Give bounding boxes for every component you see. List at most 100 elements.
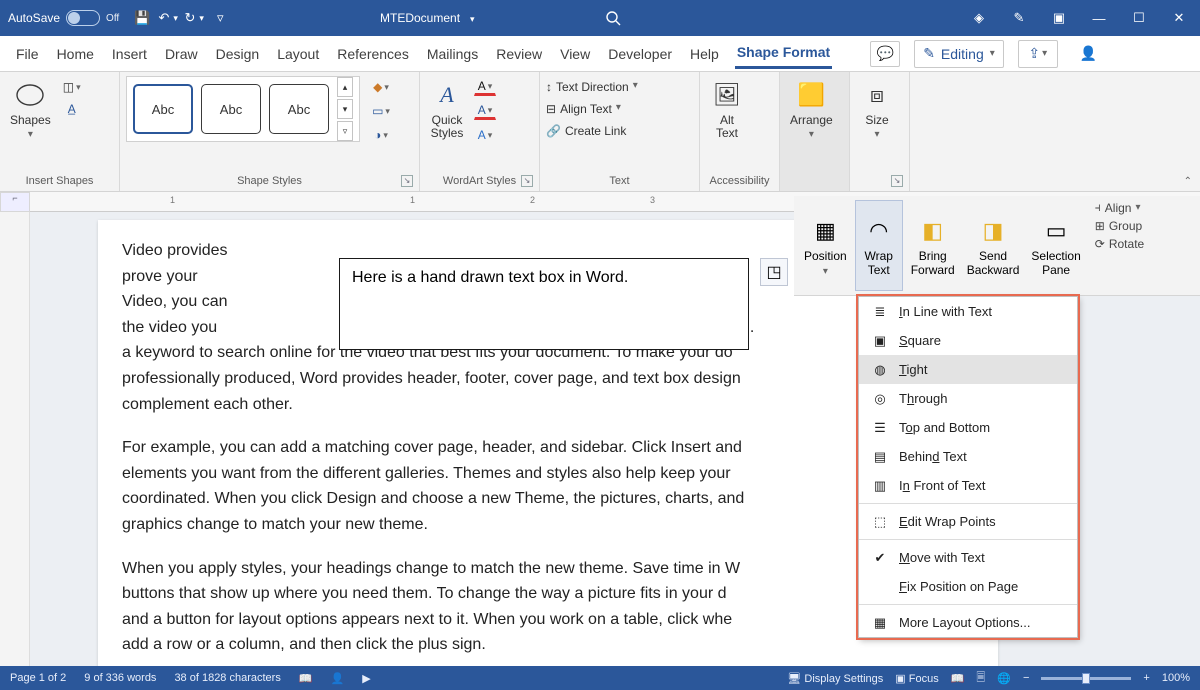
tab-view[interactable]: View [558,40,592,68]
draw-textbox-button[interactable]: A̲ [61,100,83,118]
close-button[interactable]: ✕ [1164,5,1194,31]
view-web-icon[interactable]: 🌐 [997,672,1011,685]
selection-pane-button[interactable]: ▭ Selection Pane [1027,200,1084,291]
tab-mailings[interactable]: Mailings [425,40,480,68]
save-icon[interactable]: 💾 [129,5,155,31]
char-count[interactable]: 38 of 1828 characters [174,672,280,684]
alt-text-button[interactable]: 🖼 Alt Text [706,76,748,142]
wrap-through[interactable]: ◎Through [859,384,1077,413]
shape-style-2[interactable]: Abc [201,84,261,134]
layout-options-button[interactable]: ◳ [760,258,788,286]
send-backward-button[interactable]: ◨ Send Backward [963,200,1024,291]
tab-help[interactable]: Help [688,40,721,68]
redo-button[interactable]: ↻ [181,5,207,31]
gallery-scroll[interactable]: ▴▾▿ [337,77,353,141]
rotate-button[interactable]: ⟳Rotate [1095,237,1144,251]
move-with-text[interactable]: ✔Move with Text [859,543,1077,572]
wrap-tight[interactable]: ◍Tight [859,355,1077,384]
account-icon[interactable]: 👤 [1080,45,1097,62]
position-icon: ▦ [808,214,842,248]
view-print-icon[interactable]: 🗏 [976,669,985,688]
group-button[interactable]: ⊞Group [1095,219,1144,233]
coming-soon-icon[interactable]: ✎ [1004,5,1034,31]
tab-references[interactable]: References [335,40,411,68]
zoom-level[interactable]: 100% [1162,672,1190,684]
word-count[interactable]: 9 of 336 words [84,672,156,684]
align-button[interactable]: ⫞Align▾ [1095,200,1144,215]
zoom-out[interactable]: − [1023,672,1029,684]
qat-overflow[interactable]: ▿ [207,5,233,31]
wrap-text-menu: ≣In Line with Text ▣Square ◍Tight ◎Throu… [858,296,1078,638]
paragraph: When you apply styles, your headings cha… [122,556,974,658]
wrap-front[interactable]: ▥In Front of Text [859,471,1077,500]
tab-insert[interactable]: Insert [110,40,149,68]
tight-icon: ◍ [871,363,889,377]
maximize-button[interactable]: ☐ [1124,5,1154,31]
tab-design[interactable]: Design [214,40,262,68]
autosave-state: Off [106,13,119,24]
wrap-inline[interactable]: ≣In Line with Text [859,297,1077,326]
size-button[interactable]: ⧈ Size▾ [856,76,898,142]
tab-developer[interactable]: Developer [606,40,674,68]
text-fill-button[interactable]: A [474,78,496,96]
wrap-text-button[interactable]: ◠ Wrap Text [855,200,903,291]
dialog-launcher-icon[interactable]: ↘ [521,175,533,187]
accessibility-icon[interactable]: 👤 [331,672,345,685]
shape-effects-button[interactable]: ◑ [370,126,392,144]
vertical-ruler[interactable] [0,212,30,690]
more-layout-options[interactable]: ▦More Layout Options... [859,608,1077,637]
inline-icon: ≣ [871,305,889,319]
shape-style-gallery[interactable]: Abc Abc Abc ▴▾▿ [126,76,360,142]
page-indicator[interactable]: Page 1 of 2 [10,672,66,684]
more-icon: ▦ [871,616,889,630]
fix-position[interactable]: Fix Position on Page [859,572,1077,601]
display-settings[interactable]: 🖥 Display Settings [787,672,883,685]
edit-shape-button[interactable]: ◫ [61,78,83,96]
comments-button[interactable]: 💬 [870,41,900,67]
collapse-ribbon-button[interactable]: ⌃ [1184,176,1192,187]
premium-icon[interactable]: ◈ [964,5,994,31]
bring-forward-button[interactable]: ◧ Bring Forward [907,200,959,291]
shape-style-3[interactable]: Abc [269,84,329,134]
wrap-square[interactable]: ▣Square [859,326,1077,355]
view-read-icon[interactable]: 📖 [951,672,965,685]
position-button[interactable]: ▦ Position▾ [800,200,851,291]
zoom-in[interactable]: + [1143,672,1149,684]
align-text-button[interactable]: ⊟Align Text▾ [546,102,621,116]
tab-home[interactable]: Home [55,40,96,68]
minimize-button[interactable]: — [1084,5,1114,31]
ribbon-mode-icon[interactable]: ▣ [1044,5,1074,31]
wrap-top-bottom[interactable]: ☰Top and Bottom [859,413,1077,442]
text-direction-button[interactable]: ↕Text Direction▾ [546,80,638,94]
tab-shape-format[interactable]: Shape Format [735,38,832,69]
shape-fill-button[interactable]: ◆ [370,78,392,96]
macro-icon[interactable]: ▶ [362,672,370,685]
search-button[interactable] [600,5,626,31]
spellcheck-icon[interactable]: 📖 [299,672,313,685]
dialog-launcher-icon[interactable]: ↘ [401,175,413,187]
text-effects-button[interactable]: A [474,126,496,144]
tab-review[interactable]: Review [494,40,544,68]
dialog-launcher-icon[interactable]: ↘ [891,175,903,187]
shape-outline-button[interactable]: ▭ [370,102,392,120]
zoom-slider[interactable] [1041,677,1131,680]
text-box-shape[interactable]: Here is a hand drawn text box in Word. [339,258,749,350]
text-outline-button[interactable]: A [474,102,496,120]
wrap-behind[interactable]: ▤Behind Text [859,442,1077,471]
shape-style-1[interactable]: Abc [133,84,193,134]
tab-draw[interactable]: Draw [163,40,200,68]
document-title[interactable]: MTEDocument [380,11,475,25]
arrange-button[interactable]: 🟨 Arrange▾ [786,76,837,142]
focus-button[interactable]: ▣ Focus [895,672,938,685]
create-link-button[interactable]: 🔗Create Link [546,124,626,138]
tab-layout[interactable]: Layout [275,40,321,68]
quick-styles-button[interactable]: A Quick Styles [426,76,468,142]
group-wordart-styles: WordArt Styles↘ [426,173,533,189]
undo-button[interactable]: ↶ [155,5,181,31]
shapes-button[interactable]: Shapes ▾ [6,76,55,142]
share-button[interactable]: ⇪ ▾ [1018,40,1058,68]
tab-file[interactable]: File [14,40,41,68]
edit-wrap-points[interactable]: ⬚Edit Wrap Points [859,507,1077,536]
editing-mode-button[interactable]: ✎ Editing ▾ [914,40,1004,68]
autosave-toggle[interactable]: AutoSave Off [8,10,119,26]
